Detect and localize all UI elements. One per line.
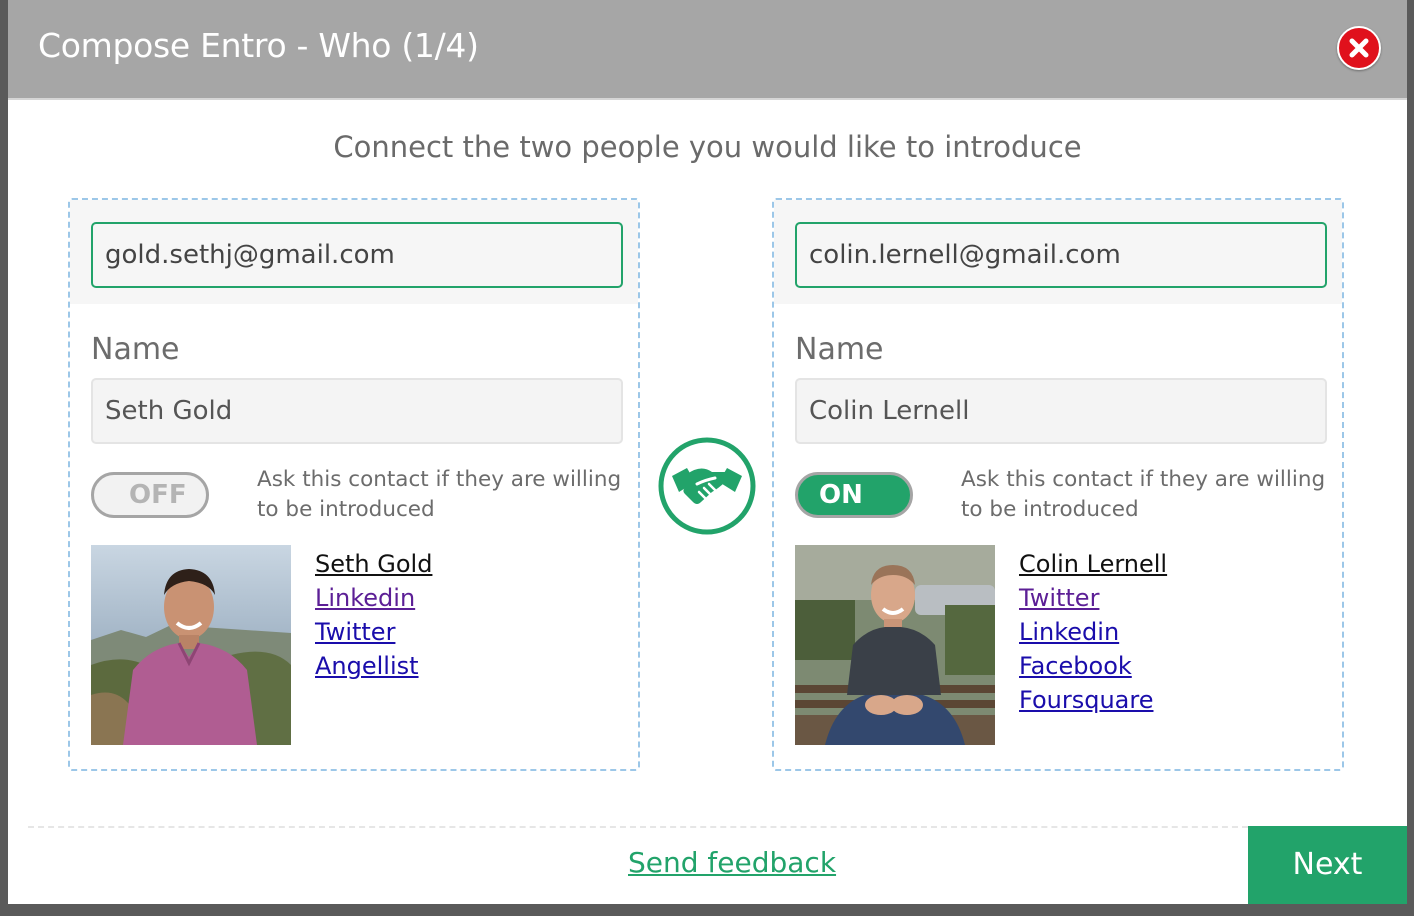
- ask-text: Ask this contact if they are willing to …: [961, 467, 1326, 522]
- name-label: Name: [795, 332, 884, 367]
- ask-text: Ask this contact if they are willing to …: [257, 467, 622, 522]
- send-feedback-link[interactable]: Send feedback: [628, 846, 836, 879]
- twitter-link[interactable]: Twitter: [1019, 581, 1167, 615]
- footer-divider: [28, 826, 1248, 828]
- modal-title: Compose Entro - Who (1/4): [38, 26, 479, 65]
- email-input-left[interactable]: [91, 222, 623, 288]
- foursquare-link[interactable]: Foursquare: [1019, 683, 1167, 717]
- profile-links-left: Seth Gold Linkedin Twitter Angellist: [315, 547, 432, 683]
- linkedin-link[interactable]: Linkedin: [315, 581, 432, 615]
- profile-name-link[interactable]: Seth Gold: [315, 547, 432, 581]
- modal-header: Compose Entro - Who (1/4): [8, 0, 1407, 100]
- contact-card-left: Name OFF Ask this contact if they are wi…: [68, 198, 640, 771]
- contact-card-right: Name ON Ask this contact if they are wil…: [772, 198, 1344, 771]
- handshake-icon: [657, 436, 757, 536]
- instruction-text: Connect the two people you would like to…: [333, 130, 1082, 164]
- name-input-left[interactable]: [91, 378, 623, 444]
- linkedin-link[interactable]: Linkedin: [1019, 615, 1167, 649]
- angellist-link[interactable]: Angellist: [315, 649, 432, 683]
- twitter-link[interactable]: Twitter: [315, 615, 432, 649]
- name-label: Name: [91, 332, 180, 367]
- profile-photo: [795, 545, 995, 745]
- email-input-right[interactable]: [795, 222, 1327, 288]
- name-input-right[interactable]: [795, 378, 1327, 444]
- next-button[interactable]: Next: [1248, 826, 1407, 904]
- profile-name-link[interactable]: Colin Lernell: [1019, 547, 1167, 581]
- close-icon[interactable]: [1337, 26, 1381, 70]
- ask-toggle-left[interactable]: OFF: [91, 472, 209, 518]
- profile-photo: [91, 545, 291, 745]
- profile-links-right: Colin Lernell Twitter Linkedin Facebook …: [1019, 547, 1167, 717]
- ask-toggle-right[interactable]: ON: [795, 472, 913, 518]
- compose-entro-modal: Compose Entro - Who (1/4) Connect the tw…: [8, 0, 1407, 904]
- facebook-link[interactable]: Facebook: [1019, 649, 1167, 683]
